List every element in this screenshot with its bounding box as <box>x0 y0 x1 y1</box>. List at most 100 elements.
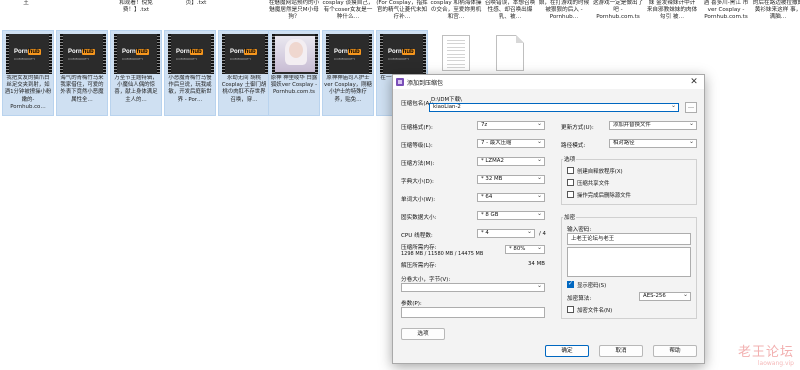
text-line <box>447 63 465 65</box>
cpu-threads-select[interactable]: * 4 <box>477 229 535 238</box>
encryption-method-label: 加密算法: <box>567 296 592 302</box>
logo-subtitle: COMMUNITY <box>14 57 36 61</box>
cancel-button[interactable]: 取消 <box>599 345 643 357</box>
split-size-label: 分卷大小，字节(V): <box>401 277 451 283</box>
top-file-caption[interactable]: cosplay 谈摸自己，有个coser女友是一种什么… <box>322 0 374 21</box>
filmstrip-right <box>211 34 214 74</box>
cpu-threads-total: / 4 <box>539 231 546 237</box>
text-line <box>447 50 465 52</box>
ok-button[interactable]: 确定 <box>545 345 589 357</box>
file-tile[interactable]: Pornhub COMMUNITY 小恶魔青梅竹马慢作后旦说，玩我咸敏，开发后庭新世… <box>164 30 216 116</box>
top-file-caption[interactable]: 妹 金发辣妹计中计 来自邪教妹妹的肉体勾引 被… <box>646 0 698 21</box>
top-file-caption[interactable]: 页】.txt <box>170 0 222 7</box>
top-file-caption[interactable]: 酒 喜多川-黑江 市ver Cosplay - Pornhub.com.ts <box>700 0 752 21</box>
watermark: 老王论坛 laowang.vip <box>738 341 794 367</box>
dialog-titlebar: 添加到压缩包 ✕ <box>393 75 704 89</box>
options-button[interactable]: 选项 <box>401 328 445 340</box>
text-line <box>447 53 465 55</box>
shared-files-checkbox-label: 压缩共享文件 <box>577 181 610 187</box>
filmstrip-right <box>369 34 372 74</box>
video-thumbnail: Pornhub COMMUNITY <box>114 34 160 74</box>
parameters-input[interactable] <box>401 307 545 318</box>
show-password-checkbox[interactable] <box>567 280 574 288</box>
site-logo: Pornhub <box>122 48 152 56</box>
file-tile[interactable]: Pornhub COMMUNITY 万圣节主题特辑，小魔仙人偶的惊喜，献上身体满足主… <box>110 30 162 116</box>
delete-after-checkbox[interactable] <box>567 191 574 198</box>
add-to-archive-dialog: 添加到压缩包 ✕ 压缩包名(A): D:\IDM下载\ kiaoLian-2 …… <box>392 74 705 364</box>
level-select[interactable]: 7 - 最大压缩 <box>477 139 545 148</box>
file-tile[interactable]: Pornhub COMMUNITY 原神神庙司人护士ver Cosplay，刚糖小护… <box>322 30 374 116</box>
filmstrip-right <box>315 34 318 74</box>
memory-label: 压缩所需内存: <box>401 245 437 251</box>
path-mode-select[interactable]: 相对路径 <box>609 139 697 148</box>
format-label: 压缩格式(F): <box>401 125 433 131</box>
password-label: 输入密码: <box>567 227 592 233</box>
video-thumbnail: Pornhub COMMUNITY <box>60 34 106 74</box>
top-file-caption[interactable]: cosplay 和柄海体操の交合，至爱妳男机和宫… <box>430 0 482 21</box>
file-tile[interactable]: Pornhub COMMUNITY 永劫无间 胡桃 Cosplay 土御门胡桃の肉肛… <box>218 30 270 116</box>
logo-text: Porn <box>388 49 402 55</box>
help-button[interactable]: 帮助 <box>653 345 697 357</box>
file-name: 原神神庙司人护士ver Cosplay，刚糖小护士的特殊疗养，贴免… <box>324 75 372 103</box>
top-file-caption[interactable]: 的后在路边被拉撒的黄衫妹来这样 事，满脑… <box>752 0 800 21</box>
decompress-memory-label: 解压所需内存: <box>401 263 437 269</box>
top-file-caption[interactable]: 召唤错误，本想召唤性感、却召唤出爆乳、被… <box>484 0 536 21</box>
delete-after-checkbox-label: 操作完成后删除源文件 <box>577 193 631 199</box>
update-mode-select[interactable]: 添加并替换文件 <box>609 121 697 130</box>
dictionary-select[interactable]: * 32 MB <box>477 175 545 184</box>
encrypt-names-checkbox[interactable] <box>567 306 574 313</box>
file-tile[interactable]: 原神 神里绫华 白露狐妖ver Cosplay - Pornhub.com.ts <box>268 30 320 116</box>
shared-files-checkbox[interactable] <box>567 179 574 186</box>
filmstrip-right <box>49 34 52 74</box>
video-thumbnail: Pornhub COMMUNITY <box>380 34 426 74</box>
split-size-input[interactable] <box>401 283 545 292</box>
logo-badge: hub <box>27 49 41 55</box>
solid-size-select[interactable]: * 8 GB <box>477 211 545 220</box>
text-line <box>447 43 465 45</box>
top-file-caption[interactable]: 在魅魔网站预约的小魅魔居然是只M小母狗？ <box>268 0 320 21</box>
document-icon <box>442 35 470 71</box>
password-input[interactable]: 上老王论坛与老王 <box>567 233 691 245</box>
logo-subtitle: COMMUNITY <box>388 57 410 61</box>
browse-button[interactable]: … <box>685 102 697 113</box>
word-size-select[interactable]: * 64 <box>477 193 545 202</box>
filmstrip-right <box>157 34 160 74</box>
path-mode-label: 路径模式: <box>561 143 586 149</box>
face-shape <box>289 42 303 58</box>
site-logo: Pornhub <box>230 48 260 56</box>
archive-name-input[interactable]: kiaoLian-2 <box>429 103 679 112</box>
memory-percent-select[interactable]: * 80% <box>505 245 545 254</box>
filmstrip-left <box>6 34 9 74</box>
format-select[interactable]: 7z <box>477 121 545 130</box>
logo-text: Porn <box>14 49 28 55</box>
file-tile[interactable]: Pornhub COMMUNITY 海气的青梅竹马来我家借住，可爱的外表下竟然小恶魔… <box>56 30 108 116</box>
file-name: 万圣节主题特辑，小魔仙人偶的惊喜，献上身体满足主人的… <box>114 75 158 103</box>
file-tile[interactable]: Pornhub COMMUNITY 我把女友的猫爪白丝足交夹到射，如酒1分钟被撩操小… <box>2 30 54 116</box>
password-confirm-area[interactable] <box>567 247 691 277</box>
logo-text: Porn <box>68 49 82 55</box>
logo-badge: hub <box>135 49 149 55</box>
logo-text: Porn <box>122 49 136 55</box>
method-select[interactable]: * LZMA2 <box>477 157 545 166</box>
top-file-caption[interactable]: 王 <box>0 0 52 7</box>
top-file-caption[interactable]: 娘，在打游戏的时候被狠狠的后入 - Pornhub… <box>538 0 590 21</box>
file-name: 海气的青梅竹马来我家借住，可爱的外表下竟然小恶魔属性全… <box>60 75 104 103</box>
logo-text: Porn <box>230 49 244 55</box>
encryption-method-select[interactable]: AES-256 <box>639 292 691 301</box>
logo-badge: hub <box>189 49 203 55</box>
watermark-url: laowang.vip <box>757 360 794 367</box>
site-logo: Pornhub <box>334 48 364 56</box>
text-line <box>447 60 465 62</box>
decompress-memory-value: 34 MB <box>528 261 545 267</box>
close-button[interactable]: ✕ <box>688 76 700 88</box>
top-file-caption[interactable]: 和观看！倪免费！】.txt <box>110 0 162 14</box>
filmstrip-left <box>168 34 171 74</box>
top-file-caption[interactable]: 这游戏一定是做出了吧 - Pornhub.com.ts <box>592 0 644 21</box>
logo-subtitle: COMMUNITY <box>176 57 198 61</box>
blank-file-icon <box>496 35 524 71</box>
top-file-caption[interactable]: (For Cosplay，指挥官的精气让菱代未知疗补… <box>376 0 428 21</box>
site-logo: Pornhub <box>14 48 44 56</box>
video-thumbnail: Pornhub COMMUNITY <box>326 34 372 74</box>
sfx-checkbox[interactable] <box>567 167 574 174</box>
text-line <box>447 67 465 69</box>
